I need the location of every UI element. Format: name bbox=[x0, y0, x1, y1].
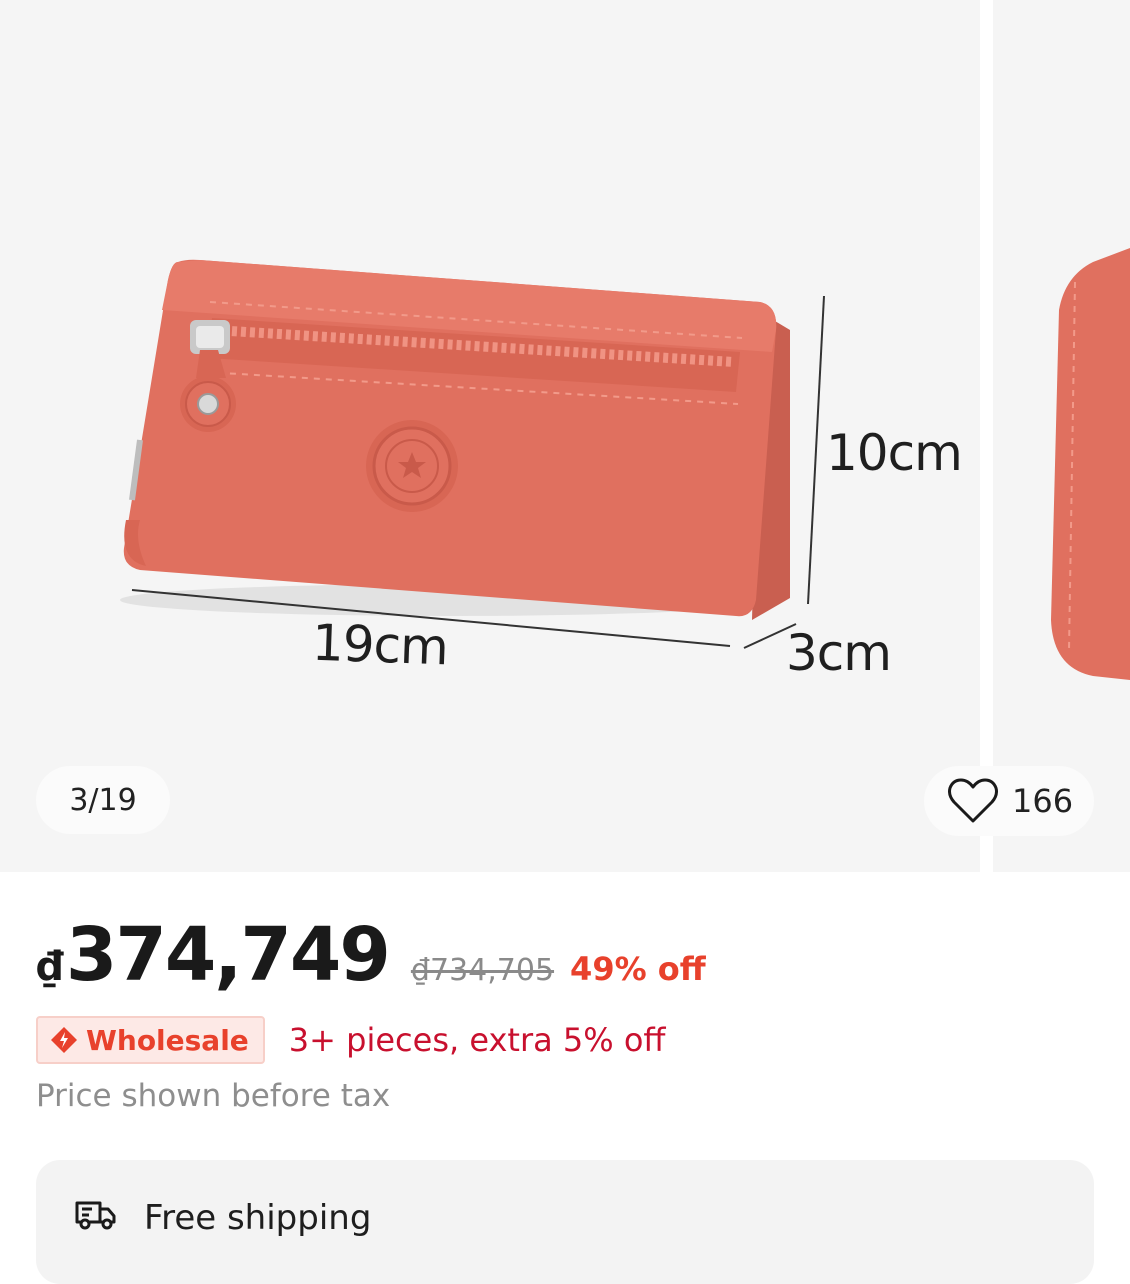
image-counter: 3/19 bbox=[36, 766, 170, 834]
price-tag-icon bbox=[51, 1027, 77, 1053]
wholesale-description: 3+ pieces, extra 5% off bbox=[288, 1021, 666, 1059]
dimension-depth-label: 3cm bbox=[786, 624, 892, 682]
wholesale-badge-label: Wholesale bbox=[86, 1023, 249, 1057]
dimension-height-label: 10cm bbox=[826, 424, 963, 482]
product-image-next-preview[interactable] bbox=[993, 0, 1130, 872]
currency-symbol: ₫ bbox=[36, 944, 64, 990]
wallet-next-image bbox=[1051, 248, 1130, 680]
wholesale-promo[interactable]: Wholesale 3+ pieces, extra 5% off bbox=[36, 1016, 665, 1064]
shipping-info-card[interactable]: Free shipping bbox=[36, 1160, 1094, 1284]
dimension-width-label: 19cm bbox=[311, 613, 449, 677]
current-price: 374,749 bbox=[65, 912, 391, 998]
tax-note: Price shown before tax bbox=[36, 1078, 391, 1114]
heart-icon bbox=[948, 778, 998, 823]
original-price: ₫734,705 bbox=[410, 953, 555, 988]
product-image-current[interactable]: 10cm 19cm 3cm bbox=[0, 0, 980, 872]
product-image-gallery[interactable]: 10cm 19cm 3cm 3/19 166 bbox=[0, 0, 1130, 872]
favorite-button[interactable]: 166 bbox=[924, 766, 1094, 836]
wholesale-badge: Wholesale bbox=[36, 1016, 265, 1064]
shipping-label: Free shipping bbox=[144, 1198, 372, 1238]
truck-icon bbox=[75, 1201, 116, 1230]
favorite-count: 166 bbox=[1012, 782, 1074, 820]
image-counter-text: 3/19 bbox=[69, 782, 137, 818]
discount-percent: 49% off bbox=[570, 950, 706, 988]
price-row: ₫ 374,749 ₫734,705 49% off bbox=[36, 912, 706, 1002]
